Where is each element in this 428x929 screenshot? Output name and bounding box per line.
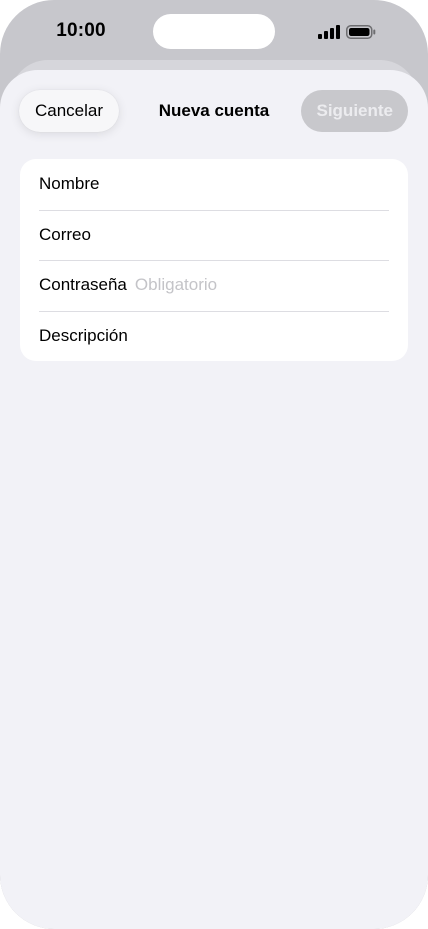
description-input[interactable] [135, 315, 408, 356]
name-label: Nombre [39, 174, 100, 194]
account-form: Nombre Correo Contraseña Descripción [20, 159, 408, 361]
phone-frame: 10:00 Cancelar Nueva cuenta Siguiente No… [0, 0, 428, 929]
password-row[interactable]: Contraseña [20, 260, 408, 311]
cellular-signal-icon [318, 25, 340, 39]
description-label: Descripción [39, 325, 128, 345]
password-label: Contraseña [39, 275, 127, 295]
name-row[interactable]: Nombre [20, 159, 408, 210]
password-input[interactable] [134, 265, 408, 306]
nav-bar: Cancelar Nueva cuenta Siguiente [0, 70, 428, 152]
email-row[interactable]: Correo [20, 209, 408, 261]
name-input[interactable] [107, 164, 408, 205]
status-icons [318, 24, 376, 40]
next-button[interactable]: Siguiente [301, 90, 408, 132]
description-row[interactable]: Descripción [20, 310, 408, 362]
new-account-sheet: Cancelar Nueva cuenta Siguiente Nombre C… [0, 70, 428, 929]
battery-icon [346, 25, 376, 39]
screen: 10:00 Cancelar Nueva cuenta Siguiente No… [0, 0, 428, 929]
dynamic-island [153, 14, 275, 49]
status-time: 10:00 [56, 20, 106, 41]
email-label: Correo [39, 224, 91, 244]
email-input[interactable] [98, 214, 408, 255]
status-bar: 10:00 [0, 0, 428, 62]
